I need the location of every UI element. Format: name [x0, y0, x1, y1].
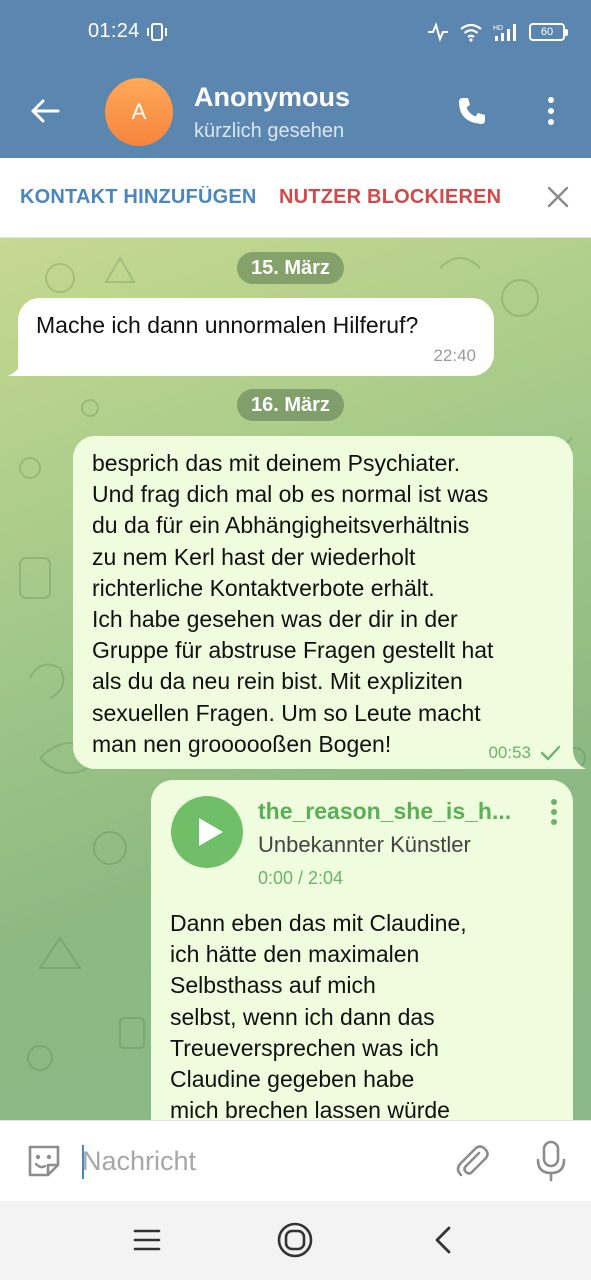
audio-message[interactable]: the_reason_she_is_h... Unbekannter Künst… — [151, 780, 573, 1120]
outgoing-message[interactable]: besprich das mit deinem Psychiater. Und … — [73, 436, 573, 769]
audio-duration: 0:00 / 2:04 — [258, 868, 344, 888]
message-line: Gruppe für abstruse Fragen gestellt hat — [92, 637, 494, 664]
message-time: 00:53 — [488, 743, 531, 762]
message-line: Ich habe gesehen was der dir in der — [92, 606, 458, 633]
sent-check-icon — [540, 745, 561, 761]
play-icon — [199, 818, 223, 846]
wifi-icon — [460, 23, 482, 42]
message-text: Mache ich dann unnormalen Hilferuf? — [36, 312, 419, 338]
message-line: besprich das mit deinem Psychiater. — [92, 450, 461, 476]
date-separator: 15. März — [237, 252, 344, 284]
message-composer — [0, 1120, 591, 1201]
caption-line: ich hätte den maximalen — [170, 941, 420, 968]
message-meta: 00:53 — [488, 743, 561, 763]
audio-artist: Unbekannter Künstler — [258, 832, 471, 857]
message-line: als du da neu rein bist. Mit expliziten — [92, 668, 463, 695]
battery-level: 60 — [540, 26, 554, 38]
emoji-sticker-icon[interactable] — [24, 1141, 64, 1181]
attachment-paperclip-icon[interactable] — [452, 1141, 492, 1181]
caption-line: Claudine gegeben habe — [170, 1066, 415, 1093]
more-options-icon[interactable] — [538, 94, 564, 128]
caption-line: Dann eben das mit Claudine, — [170, 910, 467, 936]
status-icons: HD 60 — [427, 20, 568, 44]
home-icon[interactable] — [276, 1221, 314, 1259]
add-contact-button[interactable]: KONTAKT HINZUFÜGEN — [20, 186, 266, 209]
chat-header: A Anonymous kürzlich gesehen — [0, 64, 591, 158]
contact-name[interactable]: Anonymous — [194, 82, 350, 113]
svg-text:HD: HD — [493, 25, 503, 32]
avatar-letter: A — [131, 99, 147, 124]
message-text: besprich das mit deinem Psychiater. Und … — [92, 448, 562, 760]
caption-line: mich brechen lassen würde — [170, 1097, 450, 1120]
audio-caption: Dann eben das mit Claudine, ich hätte de… — [170, 908, 560, 1120]
contact-action-bar: KONTAKT HINZUFÜGEN NUTZER BLOCKIEREN — [0, 158, 591, 238]
system-navigation-bar — [0, 1201, 591, 1280]
back-arrow-icon[interactable] — [28, 94, 62, 128]
message-line: Und frag dich mal ob es normal ist was — [92, 481, 489, 508]
activity-icon — [428, 22, 448, 42]
message-input[interactable] — [82, 1139, 422, 1183]
vibrate-icon — [147, 23, 167, 41]
close-icon[interactable] — [545, 184, 571, 210]
audio-title: the_reason_she_is_h... — [258, 798, 512, 824]
microphone-icon[interactable] — [533, 1139, 569, 1183]
caption-line: Selbsthass auf mich — [170, 972, 376, 999]
avatar[interactable]: A — [105, 78, 173, 146]
message-line: zu nem Kerl hast der wiederholt — [92, 543, 416, 570]
audio-more-icon[interactable] — [547, 798, 561, 826]
message-line: du da für ein Abhängigheitsverhältnis — [92, 512, 470, 539]
recent-apps-icon[interactable] — [133, 1227, 161, 1253]
status-bar: 01:24 HD 60 — [0, 0, 591, 64]
play-button[interactable] — [171, 796, 243, 868]
chat-messages-area[interactable]: 15. März Mache ich dann unnormalen Hilfe… — [0, 238, 591, 1120]
caption-line: Treueversprechen was ich — [170, 1034, 439, 1061]
date-separator: 16. März — [237, 389, 344, 421]
caption-line: selbst, wenn ich dann das — [170, 1003, 435, 1030]
battery-icon: 60 — [529, 23, 568, 41]
message-time: 22:40 — [433, 346, 476, 365]
hd-signal-icon: HD — [493, 24, 516, 41]
phone-call-icon[interactable] — [455, 94, 489, 128]
message-line: richterliche Kontaktverbote erhält. — [92, 574, 435, 601]
contact-last-seen: kürzlich gesehen — [194, 120, 345, 142]
status-time: 01:24 — [88, 20, 140, 42]
back-nav-icon[interactable] — [432, 1225, 454, 1255]
incoming-message[interactable]: Mache ich dann unnormalen Hilferuf? 22:4… — [18, 298, 494, 376]
block-user-button[interactable]: NUTZER BLOCKIEREN — [279, 186, 501, 209]
message-line: sexuellen Fragen. Um so Leute macht — [92, 699, 481, 726]
